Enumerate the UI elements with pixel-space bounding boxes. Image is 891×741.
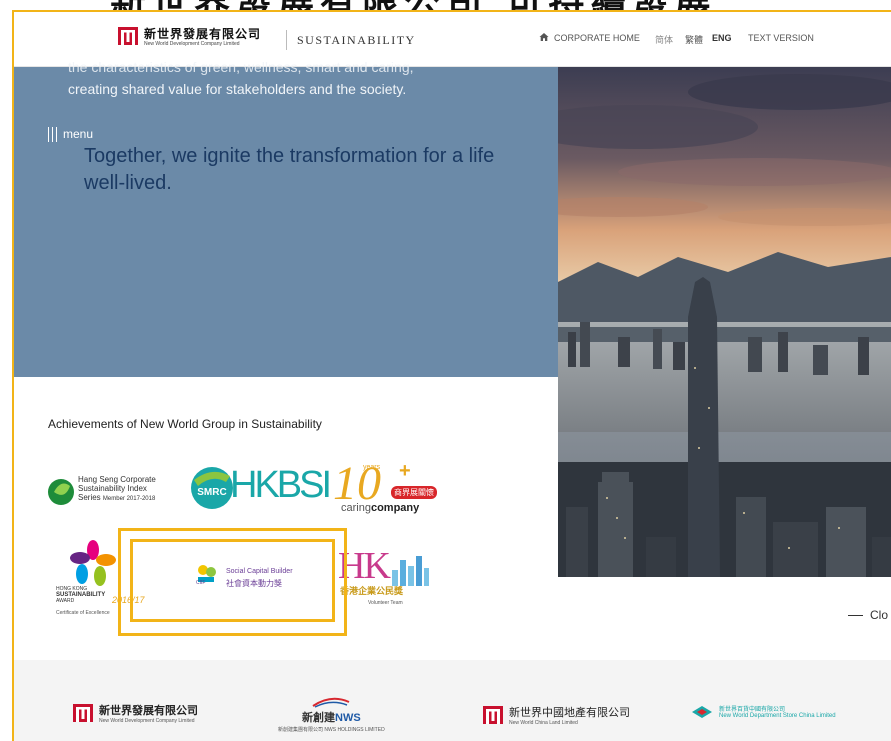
footer-nwd-logo[interactable]: 新世界發展有限公司 New World Development Company …	[73, 702, 198, 724]
menu-icon	[48, 126, 57, 142]
footer-china-land-logo[interactable]: 新世界中國地產有限公司 New World China Land Limited	[483, 704, 630, 726]
page: 新世界發展有限公司 可持續發展 新世界發展有限公司 New World Deve…	[0, 0, 891, 741]
hong-kong-skyline-photo	[558, 67, 891, 577]
hero-panel	[14, 67, 558, 377]
hang-seng-text: Hang Seng Corporate Sustainability Index…	[78, 475, 156, 502]
hang-seng-icon	[48, 479, 74, 505]
home-icon[interactable]	[539, 32, 549, 42]
menu-button[interactable]: menu	[48, 124, 93, 144]
footer: 新世界發展有限公司 New World Development Company …	[14, 660, 891, 741]
caring-company-award[interactable]: 10 years + 商界展關懷 caringcompany	[333, 457, 443, 526]
close-button[interactable]: Clo	[848, 608, 888, 622]
menu-label: menu	[63, 127, 94, 141]
header-divider	[286, 30, 287, 50]
dash-icon	[848, 614, 863, 616]
nav-english[interactable]: ENG	[712, 33, 732, 43]
footer-nws-logo[interactable]: 新創建NWS 新創建集團有限公司 NWS HOLDINGS LIMITED	[278, 696, 385, 733]
hkbsi-text: HKBSI	[230, 464, 332, 506]
hkbsi-award[interactable]: SMRC HKBSI	[188, 462, 332, 518]
sustainability-flower-icon	[70, 540, 116, 586]
nav-simplified-chinese[interactable]: 简体	[655, 33, 673, 46]
close-label: Clo	[870, 608, 889, 622]
nav-corporate-home[interactable]: CORPORATE HOME	[554, 33, 640, 43]
section-title[interactable]: SUSTAINABILITY	[297, 33, 416, 48]
svg-text:SMRC: SMRC	[197, 487, 226, 498]
hang-seng-award[interactable]: Hang Seng Corporate Sustainability Index…	[48, 475, 168, 511]
logo-chinese-name[interactable]: 新世界發展有限公司	[144, 25, 261, 42]
hk-sustainability-award[interactable]: HONG KONG SUSTAINABILITY AWARD 2016/17 C…	[52, 540, 152, 622]
nwd-logo-icon[interactable]	[118, 27, 138, 45]
nwd-logo-icon	[73, 704, 93, 722]
nws-swoosh-icon	[312, 697, 350, 708]
hero-tagline: Together, we ignite the transformation f…	[84, 145, 495, 194]
hero-text-line-1: the characteristics of green, wellness, …	[68, 59, 414, 75]
social-capital-builder-award[interactable]: CIIF Social Capital Builder 社會資本動力獎	[196, 563, 306, 593]
footer-dept-store-logo[interactable]: 新世界百貨中國有限公司 New World Department Store C…	[691, 704, 836, 719]
nav-text-version[interactable]: TEXT VERSION	[748, 33, 814, 43]
nwd-logo-icon	[483, 706, 503, 724]
hero-text-line-2: creating shared value for stakeholders a…	[68, 81, 407, 97]
logo-english-name[interactable]: New World Development Company Limited	[144, 41, 240, 47]
skyline-icon	[392, 556, 429, 586]
hk-corporate-citizenship-award[interactable]: HK 香港企業公民獎 Volunteer Team	[338, 545, 438, 618]
dept-store-icon	[692, 705, 712, 718]
nav-traditional-chinese[interactable]: 繁體	[685, 33, 703, 46]
highlight-border-left	[12, 10, 14, 741]
achievements-title: Achievements of New World Group in Susta…	[48, 417, 322, 431]
